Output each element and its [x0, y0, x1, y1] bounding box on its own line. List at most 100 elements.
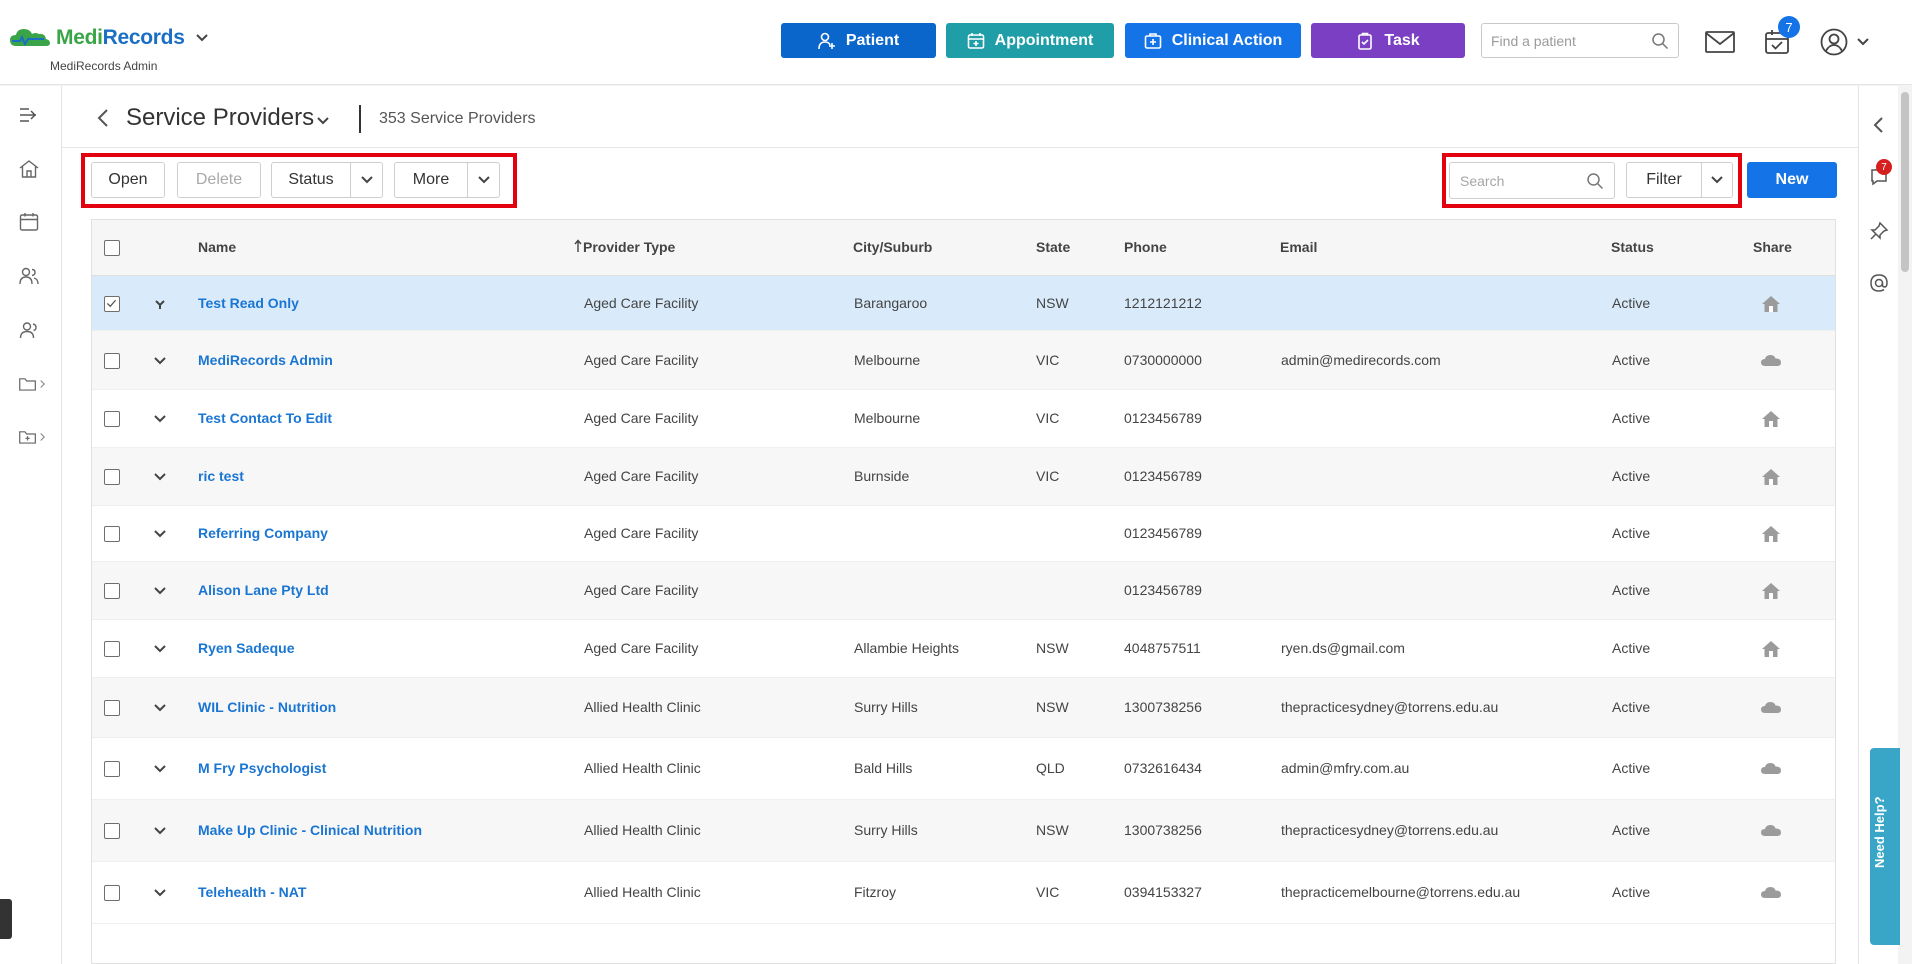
- status-cell: Active: [1612, 352, 1651, 368]
- page-title[interactable]: Service Providers: [126, 104, 314, 132]
- row-checkbox[interactable]: [104, 411, 120, 427]
- row-checkbox[interactable]: [104, 823, 120, 839]
- chat-count-badge: 7: [1876, 159, 1892, 175]
- row-checkbox[interactable]: [104, 641, 120, 657]
- sort-ascending-icon[interactable]: [574, 239, 582, 253]
- table-row[interactable]: Telehealth - NAT Allied Health Clinic Fitz…: [92, 862, 1835, 924]
- chevron-down-icon[interactable]: [316, 116, 330, 126]
- column-header-state[interactable]: State: [1036, 239, 1070, 255]
- table-row[interactable]: Make Up Clinic - Clinical Nutrition Allie…: [92, 800, 1835, 862]
- email-cell: ryen.ds@gmail.com: [1281, 640, 1405, 656]
- chevron-down-icon[interactable]: [195, 33, 209, 43]
- column-header-provider-type[interactable]: Provider Type: [583, 239, 675, 255]
- row-checkbox[interactable]: [104, 526, 120, 542]
- home-icon: [1762, 583, 1780, 599]
- sidebar-drag-handle[interactable]: [0, 899, 12, 939]
- sidebar-item-calendar[interactable]: [18, 210, 46, 234]
- new-patient-button[interactable]: Patient: [781, 23, 936, 58]
- chevron-down-icon[interactable]: [153, 529, 167, 539]
- select-all-checkbox[interactable]: [104, 240, 120, 256]
- collapse-left-icon[interactable]: [1872, 116, 1884, 134]
- chevron-down-icon[interactable]: [153, 356, 167, 366]
- pin-icon[interactable]: [1869, 221, 1889, 241]
- table-row[interactable]: Test Contact To Edit Aged Care Facility Me…: [92, 390, 1835, 448]
- chevron-down-icon[interactable]: [153, 764, 167, 774]
- chevron-down-icon[interactable]: [1856, 37, 1870, 47]
- app-logo[interactable]: MediRecords: [8, 26, 209, 50]
- sidebar-item-home[interactable]: [18, 157, 46, 181]
- chevron-down-icon[interactable]: [153, 888, 167, 898]
- new-appointment-button[interactable]: Appointment: [946, 23, 1114, 58]
- provider-name-link[interactable]: Make Up Clinic - Clinical Nutrition: [198, 822, 422, 838]
- row-checkbox[interactable]: [104, 583, 120, 599]
- provider-name-link[interactable]: Test Contact To Edit: [198, 410, 332, 426]
- status-cell: Active: [1612, 699, 1651, 715]
- find-patient-input[interactable]: [1482, 24, 1642, 57]
- table-row[interactable]: MediRecords Admin Aged Care Facility Melbo…: [92, 331, 1835, 390]
- back-arrow-icon[interactable]: [96, 108, 110, 128]
- row-checkbox[interactable]: [104, 885, 120, 901]
- table-row[interactable]: M Fry Psychologist Allied Health Clinic Ba…: [92, 738, 1835, 800]
- row-checkbox[interactable]: [104, 761, 120, 777]
- page-scrollbar[interactable]: [1898, 86, 1912, 964]
- folder-icon: [19, 378, 36, 391]
- chevron-down-icon[interactable]: [153, 703, 167, 713]
- city-cell: Barangaroo: [854, 295, 928, 311]
- table-row[interactable]: Ryen Sadeque Aged Care Facility Allambie H…: [92, 620, 1835, 678]
- column-header-city[interactable]: City/Suburb: [853, 239, 932, 255]
- phone-cell: 0123456789: [1124, 582, 1202, 598]
- provider-name-link[interactable]: ric test: [198, 468, 244, 484]
- new-clinical-action-button[interactable]: Clinical Action: [1125, 23, 1301, 58]
- provider-name-link[interactable]: Telehealth - NAT: [198, 884, 306, 900]
- sidebar-item-expand[interactable]: [18, 103, 46, 127]
- search-icon[interactable]: [1651, 32, 1669, 50]
- provider-name-link[interactable]: WIL Clinic - Nutrition: [198, 699, 336, 715]
- chevron-down-icon[interactable]: [153, 644, 167, 654]
- column-header-phone[interactable]: Phone: [1124, 239, 1167, 255]
- table-row[interactable]: Referring Company Aged Care Facility 01234…: [92, 506, 1835, 562]
- phone-cell: 0123456789: [1124, 410, 1202, 426]
- provider-name-link[interactable]: Referring Company: [198, 525, 328, 541]
- record-count: 353 Service Providers: [379, 110, 536, 127]
- calendar-add-icon: [967, 32, 984, 49]
- highlight-box-search-filter: [1442, 153, 1742, 208]
- need-help-tab[interactable]: Need Help?: [1870, 748, 1900, 945]
- table-row[interactable]: WIL Clinic - Nutrition Allied Health Clin…: [92, 678, 1835, 738]
- provider-name-link[interactable]: MediRecords Admin: [198, 352, 333, 368]
- row-checkbox[interactable]: [104, 296, 120, 312]
- provider-name-link[interactable]: Ryen Sadeque: [198, 640, 294, 656]
- provider-name-link[interactable]: Test Read Only: [198, 295, 299, 311]
- find-patient-search: [1481, 23, 1679, 58]
- column-header-email[interactable]: Email: [1280, 239, 1317, 255]
- provider-type-cell: Allied Health Clinic: [584, 699, 701, 715]
- provider-name-link[interactable]: Alison Lane Pty Ltd: [198, 582, 329, 598]
- new-button[interactable]: New: [1747, 162, 1837, 198]
- sidebar-item-contacts[interactable]: [18, 318, 46, 342]
- table-row[interactable]: ric test Aged Care Facility Burnside VIC 012…: [92, 448, 1835, 506]
- user-avatar-icon[interactable]: [1820, 28, 1848, 56]
- mail-icon[interactable]: [1705, 31, 1735, 53]
- chevron-down-icon[interactable]: [153, 586, 167, 596]
- row-checkbox[interactable]: [104, 469, 120, 485]
- sidebar-item-add-folder[interactable]: [18, 425, 46, 449]
- table-row[interactable]: Alison Lane Pty Ltd Aged Care Facility 012…: [92, 562, 1835, 620]
- mention-icon[interactable]: [1869, 273, 1889, 293]
- column-header-status[interactable]: Status: [1611, 239, 1654, 255]
- sidebar-item-folders[interactable]: [18, 372, 46, 396]
- chevron-down-icon[interactable]: [153, 472, 167, 482]
- chevron-down-icon[interactable]: [153, 826, 167, 836]
- row-checkbox[interactable]: [104, 353, 120, 369]
- home-icon: [1762, 469, 1780, 485]
- scrollbar-thumb[interactable]: [1901, 92, 1909, 272]
- chevron-down-icon[interactable]: [153, 414, 167, 424]
- provider-name-link[interactable]: M Fry Psychologist: [198, 760, 326, 776]
- new-task-button[interactable]: Task: [1311, 23, 1465, 58]
- row-checkbox[interactable]: [104, 700, 120, 716]
- expand-menu-icon: [20, 108, 37, 122]
- provider-type-cell: Aged Care Facility: [584, 582, 699, 598]
- sidebar-item-patients[interactable]: [18, 264, 46, 288]
- state-cell: QLD: [1036, 760, 1065, 776]
- expand-row-hover-icon[interactable]: [153, 299, 167, 309]
- table-row[interactable]: Test Read Only Aged Care Facility Barangar…: [92, 276, 1835, 331]
- column-header-name[interactable]: Name: [198, 239, 236, 255]
